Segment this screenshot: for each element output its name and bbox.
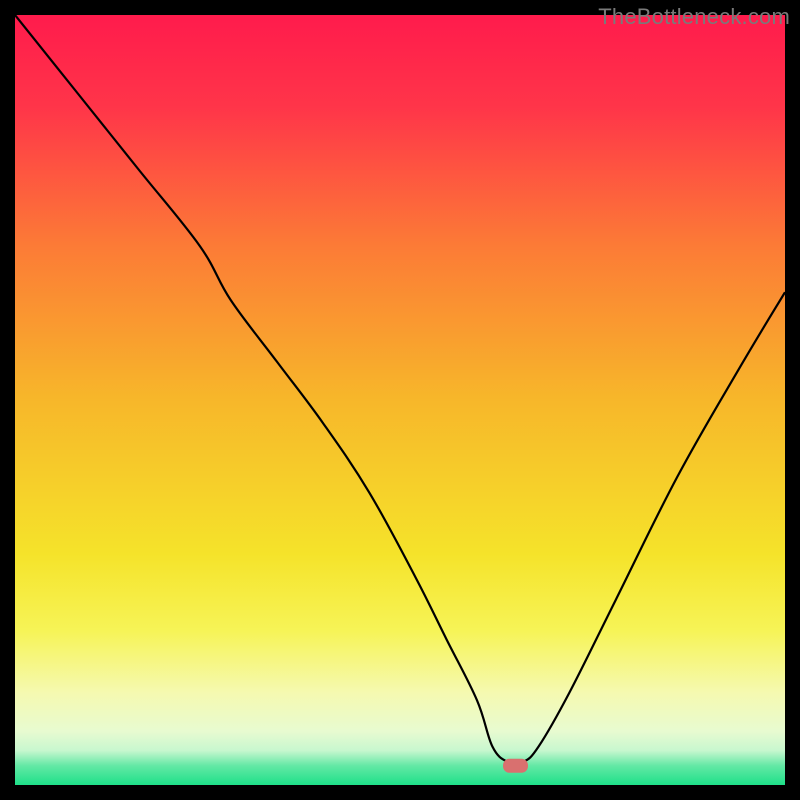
chart-frame: TheBottleneck.com <box>0 0 800 800</box>
watermark-text: TheBottleneck.com <box>598 4 790 30</box>
minimum-marker <box>504 759 528 772</box>
plot-area <box>15 15 785 785</box>
bottleneck-chart-svg <box>15 15 785 785</box>
gradient-background <box>15 15 785 785</box>
